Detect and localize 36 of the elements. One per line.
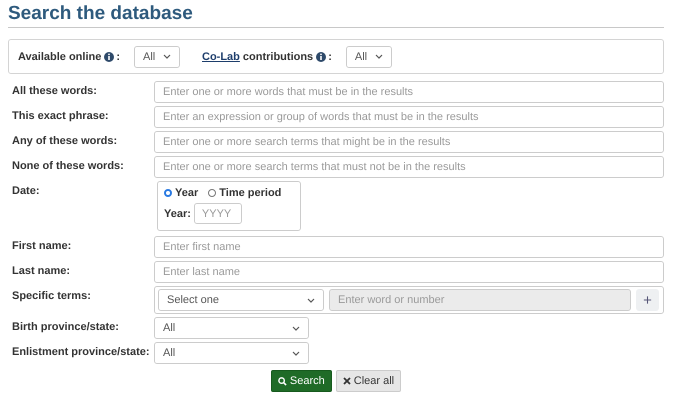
filter-label: contributions [242,50,314,62]
field-label: Specific terms: [12,289,92,302]
search-icon [278,376,287,386]
close-icon [342,377,351,385]
chevron-icon [292,350,300,356]
chevron-icon [374,54,383,59]
filter-label: Available online [18,50,102,62]
page-title: Search the database [8,3,193,25]
filter-dropdown[interactable]: All [134,46,180,68]
field-label: All these words: [12,84,98,97]
info-icon[interactable] [316,52,326,62]
radio-option[interactable]: Year [164,187,198,199]
field-label: Last name: [12,264,72,277]
colon: : [116,50,120,62]
field-label: None of these words: [12,159,125,172]
province-dropdown[interactable]: All [154,317,309,339]
info-icon[interactable] [104,52,114,62]
add-button[interactable]: + [636,289,659,311]
province-dropdown[interactable]: All [154,342,309,364]
radio-option[interactable]: Time period [208,187,282,199]
field-label: Any of these words: [12,134,118,147]
field-label: Birth province/state: [12,320,120,333]
term-dropdown[interactable]: Select one [158,289,324,311]
field-label: First name: [12,239,72,252]
chevron-icon [307,298,315,302]
colab-link[interactable]: Co-Lab [202,50,240,62]
field-label: Date: [12,184,41,197]
field-label: This exact phrase: [12,109,110,122]
chevron-icon [292,326,300,330]
filter-dropdown[interactable]: All [346,46,392,68]
search-button[interactable]: Search [270,370,332,392]
clear-button[interactable]: Clear all [336,370,402,392]
field-label: Enlistment province/state: [12,345,151,358]
chevron-icon [163,54,172,59]
colon: : [328,50,332,62]
year-label: Year: [164,208,191,220]
